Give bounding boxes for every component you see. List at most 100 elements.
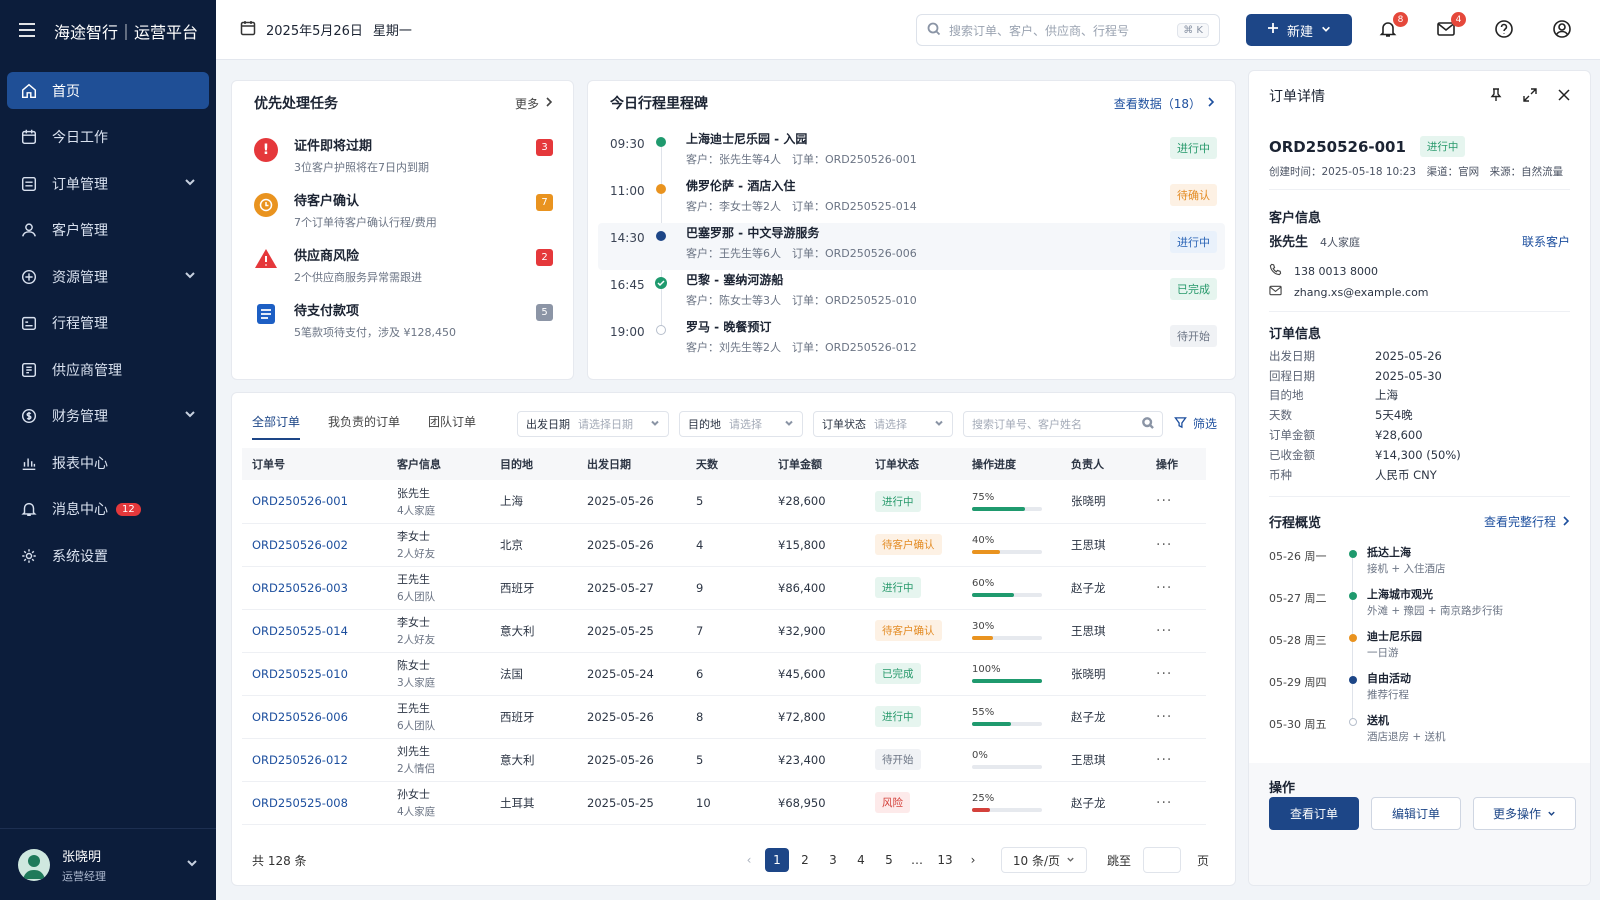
order-id-link[interactable]: ORD250526-006 [242,695,387,739]
pin-icon[interactable] [1488,87,1504,106]
account-button[interactable] [1550,18,1574,42]
sidebar-item-orders[interactable]: 订单管理 [7,165,209,202]
page-2[interactable]: 2 [793,848,817,872]
task-title: 待客户确认 [294,194,360,209]
order-status-filter[interactable]: 订单状态 请选择 [813,411,953,437]
order-search-input[interactable]: 搜索订单号、客户姓名 [963,411,1163,437]
page-1[interactable]: 1 [764,848,789,872]
itinerary-item[interactable]: 05-30 周五 送机 酒店退房 + 送机 [1269,712,1570,754]
order-id-link[interactable]: ORD250526-002 [242,523,387,567]
order-id-link[interactable]: ORD250526-012 [242,738,387,782]
view-order-button[interactable]: 查看订单 [1269,797,1359,830]
customer-phone[interactable]: 138 0013 8000 [1294,265,1378,278]
task-item-expiring-documents[interactable]: ! 证件即将过期 3位客户护照将在7日内到期 3 [254,135,553,190]
sidebar-item-home[interactable]: 首页 [7,72,209,109]
column-header[interactable]: 订单金额 [768,448,865,480]
global-search-input[interactable]: 搜索订单、客户、供应商、行程号 ⌘ K [916,14,1220,46]
menu-icon[interactable] [18,22,36,41]
more-horizontal-icon[interactable]: ··· [1156,709,1172,725]
sidebar-item-finance[interactable]: 财务管理 [7,398,209,435]
order-id-link[interactable]: ORD250525-014 [242,609,387,653]
task-item-pending-payment[interactable]: 待支付款项 5笔款项待支付，涉及 ¥128,450 5 [254,300,553,355]
view-data-link[interactable]: 查看数据（18） [1114,95,1215,112]
more-horizontal-icon[interactable]: ··· [1156,752,1172,768]
order-id-link[interactable]: ORD250526-001 [242,480,387,524]
tab-my-orders[interactable]: 我负责的订单 [328,413,400,440]
chevron-down-icon[interactable] [186,857,198,872]
expand-icon[interactable] [1522,87,1538,106]
itinerary-item[interactable]: 05-28 周三 迪士尼乐园 一日游 [1269,628,1570,670]
column-header[interactable]: 出发日期 [577,448,686,480]
page-13[interactable]: 13 [933,848,957,872]
notifications-button[interactable]: 8 [1376,12,1408,42]
milestone-item[interactable]: 09:30 上海迪士尼乐园 - 入园 客户：张先生等4人 订单：ORD250526… [598,129,1225,176]
more-horizontal-icon[interactable]: ··· [1156,623,1172,639]
page-5[interactable]: 5 [877,848,901,872]
column-header[interactable]: 订单号 [242,448,387,480]
itinerary-item[interactable]: 05-26 周一 抵达上海 接机 + 入住酒店 [1269,544,1570,586]
sidebar-item-label: 供应商管理 [52,362,122,379]
tab-all-orders[interactable]: 全部订单 [252,413,301,440]
new-button[interactable]: 新建 [1246,14,1352,46]
milestone-item[interactable]: 19:00 罗马 - 晚餐预订 客户：刘先生等2人 订单：ORD250526-01… [598,317,1225,364]
next-page-button[interactable]: › [961,848,985,872]
user-profile[interactable]: 张晓明 运营经理 [0,828,216,900]
task-item-supplier-risk[interactable]: 供应商风险 2个供应商服务异常需跟进 2 [254,245,553,300]
edit-order-button[interactable]: 编辑订单 [1371,797,1461,830]
filter-button[interactable]: 筛选 [1174,415,1217,432]
milestone-item[interactable]: 11:00 佛罗伦萨 - 酒店入住 客户：李女士等2人 订单：ORD250525-… [598,176,1225,223]
page-size-select[interactable]: 10 条/页 [1000,847,1087,873]
sidebar-item-messages[interactable]: 消息中心 12 [7,491,209,528]
itinerary-title: 迪士尼乐园 [1367,630,1422,643]
customer-cell: 王先生 6人团队 [387,566,490,610]
help-button[interactable] [1492,18,1516,42]
tasks-more-link[interactable]: 更多 [515,95,553,112]
more-horizontal-icon[interactable]: ··· [1156,493,1172,509]
sidebar-item-itinerary[interactable]: 行程管理 [7,305,209,342]
destination-filter[interactable]: 目的地 请选择 [679,411,803,437]
more-horizontal-icon[interactable]: ··· [1156,537,1172,553]
days-cell: 5 [686,480,768,524]
table-row[interactable]: ORD250526-002 李女士 2人好友 北京 2025-05-26 4 ¥15,800… [242,523,1206,567]
sidebar-item-suppliers[interactable]: 供应商管理 [7,351,209,388]
sidebar-item-customers[interactable]: 客户管理 [7,212,209,249]
customer-email[interactable]: zhang.xs@example.com [1294,286,1429,299]
info-key: 币种 [1269,467,1292,482]
itinerary-item[interactable]: 05-29 周四 自由活动 推荐行程 [1269,670,1570,712]
table-row[interactable]: ORD250526-001 张先生 4人家庭 上海 2025-05-26 5 ¥28,600… [242,480,1206,524]
order-id-link[interactable]: ORD250526-003 [242,566,387,610]
more-horizontal-icon[interactable]: ··· [1156,795,1172,811]
close-icon[interactable] [1556,87,1572,106]
table-row[interactable]: ORD250525-014 李女士 2人好友 意大利 2025-05-25 7 ¥32,90… [242,609,1206,653]
sidebar-item-reports[interactable]: 报表中心 [7,444,209,481]
page-4[interactable]: 4 [849,848,873,872]
tab-team-orders[interactable]: 团队订单 [428,413,476,440]
departure-date-filter[interactable]: 出发日期 请选择日期 [517,411,669,437]
more-actions-button[interactable]: 更多操作 [1473,797,1576,830]
full-itinerary-link[interactable]: 查看完整行程 [1484,513,1570,530]
mail-button[interactable]: 4 [1434,12,1466,42]
contact-customer-link[interactable]: 联系客户 [1522,233,1570,250]
info-value: 2025-05-26 [1375,348,1442,363]
sidebar-item-settings[interactable]: 系统设置 [7,537,209,574]
sidebar-item-today-work[interactable]: 今日工作 [7,119,209,156]
table-row[interactable]: ORD250525-008 孙女士 4人家庭 土耳其 2025-05-25 10 ¥68,9… [242,781,1206,825]
sidebar-item-label: 首页 [52,83,80,100]
page-3[interactable]: 3 [821,848,845,872]
order-id-link[interactable]: ORD250525-010 [242,652,387,696]
sidebar-item-resources[interactable]: 资源管理 [7,258,209,295]
more-horizontal-icon[interactable]: ··· [1156,580,1172,596]
more-horizontal-icon[interactable]: ··· [1156,666,1172,682]
task-item-pending-confirmation[interactable]: 待客户确认 7个订单待客户确认行程/费用 7 [254,190,553,245]
milestone-item-highlighted[interactable]: 14:30 巴塞罗那 - 中文导游服务 客户：王先生等6人 订单：ORD25052… [598,223,1225,270]
milestone-item[interactable]: 16:45 巴黎 - 塞纳河游船 客户：陈女士等3人 订单：ORD250525-0… [598,270,1225,317]
jump-page-input[interactable] [1142,847,1181,873]
itinerary-item[interactable]: 05-27 周二 上海城市观光 外滩 + 豫园 + 南京路步行街 [1269,586,1570,628]
table-row[interactable]: ORD250526-006 王先生 6人团队 西班牙 2025-05-26 8 ¥72,80… [242,695,1206,739]
order-id-link[interactable]: ORD250525-008 [242,781,387,825]
table-row[interactable]: ORD250525-010 陈女士 3人家庭 法国 2025-05-24 6 ¥45,600… [242,652,1206,696]
table-row[interactable]: ORD250526-012 刘先生 2人情侣 意大利 2025-05-26 5 ¥23,40… [242,738,1206,782]
customer-group: 4人家庭 [1320,236,1361,249]
prev-page-button[interactable]: ‹ [737,848,761,872]
table-row[interactable]: ORD250526-003 王先生 6人团队 西班牙 2025-05-27 9 ¥86,40… [242,566,1206,610]
